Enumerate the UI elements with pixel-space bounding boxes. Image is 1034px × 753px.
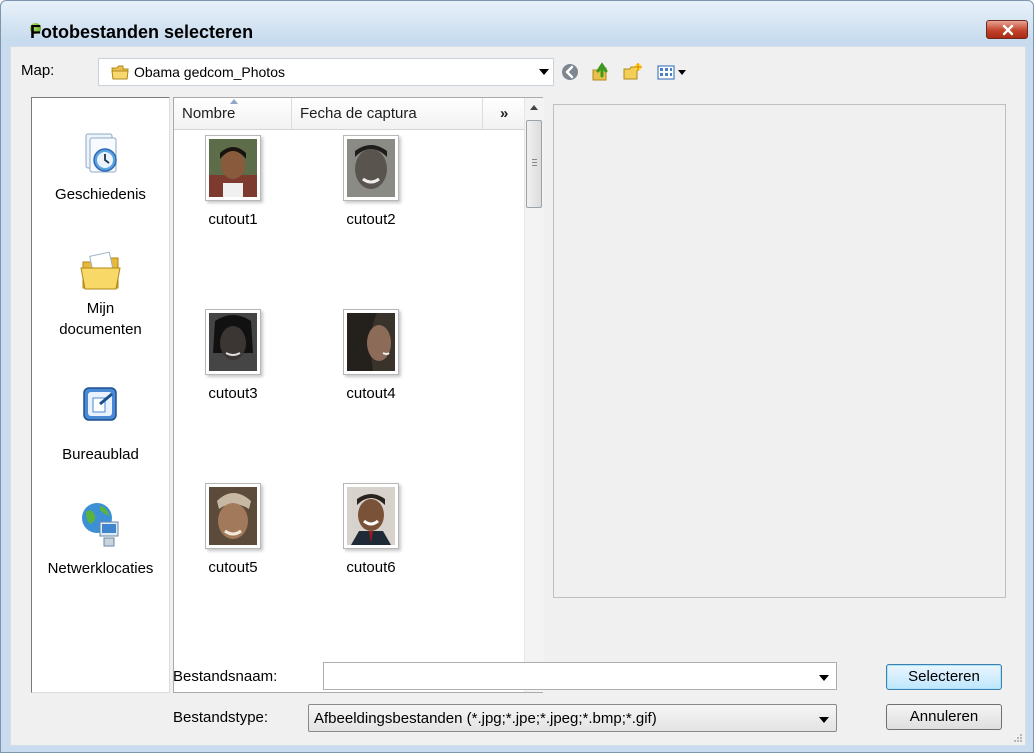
window-title: Fotobestanden selecteren [30,22,254,42]
file-name: cutout4 [346,385,396,402]
column-header-date[interactable]: Fecha de captura [300,105,417,122]
filetype-select[interactable]: Afbeeldingsbestanden (*.jpg;*.jpe;*.jpeg… [308,704,837,732]
up-folder-icon[interactable] [591,62,611,82]
file-name: cutout6 [346,559,396,576]
file-item[interactable]: cutout3 [183,309,283,402]
back-icon[interactable] [560,62,580,82]
column-header-name[interactable]: Nombre [182,105,235,122]
filetype-label: Bestandstype: [173,709,269,726]
chevron-down-icon[interactable] [539,69,549,75]
view-menu-icon[interactable] [656,62,690,82]
file-item[interactable]: cutout2 [321,135,421,228]
select-button[interactable]: Selecteren [886,664,1002,690]
place-label: Netwerklocaties [47,560,154,577]
chevron-down-icon[interactable] [819,675,829,681]
file-item[interactable]: cutout4 [321,309,421,402]
cancel-button[interactable]: Annuleren [886,704,1002,730]
file-thumbnail [343,135,399,201]
file-item[interactable]: cutout5 [183,483,283,576]
folder-name: Obama gedcom_Photos [134,64,285,80]
more-columns-icon[interactable]: » [500,105,508,122]
place-desktop[interactable]: Bureaublad [32,382,169,465]
filename-input[interactable] [323,662,837,690]
file-name: cutout1 [208,211,258,228]
close-button[interactable] [986,20,1028,39]
photo-thumbnail [347,139,395,197]
scroll-up-icon[interactable] [530,105,538,110]
scrollbar-thumb[interactable] [526,120,542,208]
new-folder-icon[interactable] [623,62,643,82]
desktop-icon [82,387,117,421]
file-thumbnail [205,135,261,201]
map-label: Map: [21,62,55,79]
sort-ascending-icon [230,99,238,104]
photo-thumbnail [347,313,395,371]
file-thumbnail [343,483,399,549]
place-label: Bureaublad [62,446,139,463]
photo-thumbnail [209,487,257,545]
file-thumbnail [343,309,399,375]
title-bar[interactable]: Fotobestanden selecteren [1,1,1033,42]
dialog-body: Map: Obama gedcom_Photos Geschiedenis Mi… [10,46,1026,746]
resize-grip-icon[interactable] [1013,733,1023,743]
photo-thumbnail [209,313,257,371]
file-item[interactable]: cutout6 [321,483,421,576]
places-bar: Geschiedenis Mijn documenten Bureaublad [31,97,170,693]
place-network[interactable]: Netwerklocaties [32,498,169,579]
file-name: cutout3 [208,385,258,402]
network-icon [81,503,118,547]
column-header-row: Nombre Fecha de captura » [174,98,524,130]
file-thumbnail [205,309,261,375]
file-list-scrollbar[interactable] [524,98,544,692]
filetype-value: Afbeeldingsbestanden (*.jpg;*.jpe;*.jpeg… [314,710,657,727]
place-my-documents[interactable]: Mijn documenten [32,248,169,340]
file-item[interactable]: cutout1 [183,135,283,228]
photo-thumbnail [209,139,257,197]
my-documents-icon [79,251,121,290]
place-label: Mijn documenten [59,300,142,338]
file-list[interactable]: Nombre Fecha de captura » cutout1 cutout… [173,97,544,693]
folder-combo[interactable]: Obama gedcom_Photos [98,58,554,86]
photo-thumbnail [347,487,395,545]
preview-pane [553,104,1006,598]
file-name: cutout2 [346,211,396,228]
filename-label: Bestandsnaam: [173,668,278,685]
file-dialog-window: Fotobestanden selecteren Map: Obama gedc… [0,0,1034,753]
place-history[interactable]: Geschiedenis [32,130,169,205]
file-thumbnail [205,483,261,549]
file-name: cutout5 [208,559,258,576]
folder-icon [111,65,129,80]
column-separator[interactable] [482,98,483,129]
place-label: Geschiedenis [55,186,146,203]
chevron-down-icon[interactable] [819,717,829,723]
close-icon [1002,24,1014,36]
column-separator[interactable] [291,98,292,129]
history-icon [85,133,117,173]
